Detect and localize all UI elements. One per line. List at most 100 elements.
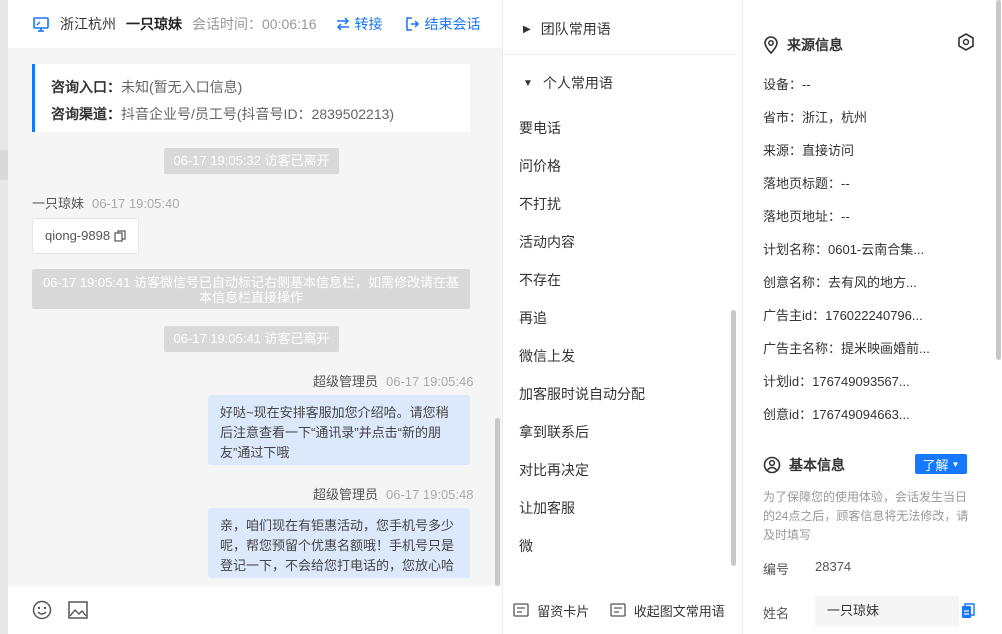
consult-entry-row: 咨询入口：未知(暂无入口信息) <box>51 74 454 101</box>
team-phrases-label: 团队常用语 <box>540 21 611 37</box>
consult-info-card: 咨询入口：未知(暂无入口信息) 咨询渠道：抖音企业号/员工号(抖音号ID：283… <box>32 64 470 132</box>
landing-title-row: 落地页标题：-- <box>763 176 850 191</box>
system-message: 06-17 19:05:32 访客已离开 <box>164 148 339 174</box>
system-message: 06-17 19:05:41 访客已离开 <box>164 326 339 352</box>
chat-panel: 浙江杭州 一只琼妹 会话时间：00:06:16 转接 结束会话 咨询入口：未知(… <box>8 0 502 634</box>
agent-message: 好哒~现在安排客服加您介绍哈。请您稍后注意查看一下“通讯录”并点击“新的朋友”通… <box>208 395 470 465</box>
chat-header: 浙江杭州 一只琼妹 会话时间：00:06:16 转接 结束会话 <box>8 0 502 48</box>
personal-phrases-label: 个人常用语 <box>542 75 613 91</box>
phrases-scrollbar[interactable] <box>731 310 736 566</box>
image-icon[interactable] <box>68 601 88 619</box>
phrase-item[interactable]: 拿到联系后 <box>519 422 589 442</box>
lead-card-button[interactable]: 留资卡片 <box>513 601 589 620</box>
visitor-message: qiong-9898 <box>32 218 140 254</box>
name-field[interactable]: 一只琼妹 <box>815 596 959 626</box>
exit-icon <box>405 17 419 31</box>
creative-id-row: 创意id：176749094663... <box>763 407 910 422</box>
phrase-item[interactable]: 不打扰 <box>519 194 561 214</box>
location-pin-icon <box>764 36 778 54</box>
advertiser-id-row: 广告主id：176022240796... <box>763 308 923 323</box>
chat-toolbar <box>8 586 502 634</box>
plan-id-row: 计划id：176749093567... <box>763 374 910 389</box>
basic-info-title: 基本信息 <box>763 455 845 475</box>
team-phrases-group[interactable]: ▶ 团队常用语 <box>523 19 611 39</box>
learn-more-button[interactable]: 了解 ▼ <box>915 454 967 474</box>
end-session-button[interactable]: 结束会话 <box>405 14 481 34</box>
message-time: 06-17 19:05:46 <box>386 374 474 389</box>
sender-name: 一只琼妹 <box>32 196 85 211</box>
channel-value: 抖音企业号/员工号(抖音号ID：2839502213) <box>121 106 395 122</box>
channel-label: 咨询渠道： <box>51 106 121 122</box>
id-value: 28374 <box>815 559 852 574</box>
monitor-icon <box>33 17 49 32</box>
phrase-item[interactable]: 要电话 <box>519 118 561 138</box>
emoji-icon[interactable] <box>32 600 52 620</box>
sender-name: 超级管理员 <box>313 487 379 502</box>
plan-name-row: 计划名称：0601-云南合集... <box>763 242 925 257</box>
caret-down-icon: ▼ <box>523 77 533 89</box>
entry-value: 未知(暂无入口信息) <box>121 79 243 95</box>
transfer-label: 转接 <box>354 16 383 32</box>
phrase-item[interactable]: 对比再决定 <box>519 460 589 480</box>
visitor-sender: 一只琼妹 06-17 19:05:40 <box>32 193 179 212</box>
left-gutter <box>0 0 8 634</box>
agent-message: 亲，咱们现在有钜惠活动，您手机号多少呢，帮您预留个优惠名额哦！手机号只是登记一下… <box>208 508 470 578</box>
swap-icon <box>336 17 349 31</box>
phrases-toolbar: 留资卡片 收起图文常用语 <box>503 586 743 634</box>
phrase-item[interactable]: 微信上发 <box>519 346 575 366</box>
gutter-handle[interactable] <box>0 150 8 180</box>
entry-label: 咨询入口： <box>51 79 121 95</box>
personal-phrases-group[interactable]: ▼ 个人常用语 <box>523 73 613 93</box>
id-label: 编号 <box>763 562 790 577</box>
chat-scrollbar[interactable] <box>495 418 500 586</box>
visitor-name: 一只琼妹 <box>126 16 182 32</box>
origin-row: 来源：直接访问 <box>763 143 855 158</box>
message-time: 06-17 19:05:48 <box>386 487 474 502</box>
info-scrollbar[interactable] <box>996 0 1001 360</box>
consult-channel-row: 咨询渠道：抖音企业号/员工号(抖音号ID：2839502213) <box>51 101 454 128</box>
session-time: 会话时间：00:06:16 <box>192 16 317 32</box>
landing-url-row: 落地页地址：-- <box>763 209 850 224</box>
phrases-panel: ▶ 团队常用语 ▼ 个人常用语 要电话 问价格 不打扰 活动内容 不存在 再追 … <box>502 0 742 634</box>
end-session-label: 结束会话 <box>424 16 481 32</box>
message-time: 06-17 19:05:40 <box>92 196 180 211</box>
phrase-item[interactable]: 加客服时说自动分配 <box>519 384 645 404</box>
agent-sender: 超级管理员 06-17 19:05:46 <box>313 371 473 390</box>
user-circle-icon <box>763 456 781 474</box>
basic-info-note: 为了保障您的使用体验，会话发生当日的24点之后，顾客信息将无法修改，请及时填写 <box>763 490 969 542</box>
copy-icon[interactable] <box>961 603 975 619</box>
province-row: 省市：浙江，杭州 <box>763 110 868 125</box>
name-label: 姓名 <box>763 606 790 621</box>
agent-sender: 超级管理员 06-17 19:05:48 <box>313 484 473 503</box>
sender-name: 超级管理员 <box>313 374 379 389</box>
list-icon <box>610 603 626 617</box>
phrase-item[interactable]: 问价格 <box>519 156 561 176</box>
chevron-down-icon: ▼ <box>951 459 960 469</box>
phrase-item[interactable]: 再追 <box>519 308 547 328</box>
divider <box>503 54 737 55</box>
collapse-media-phrases-button[interactable]: 收起图文常用语 <box>610 601 725 620</box>
app-root: 浙江杭州 一只琼妹 会话时间：00:06:16 转接 结束会话 咨询入口：未知(… <box>0 0 1002 634</box>
phrase-item[interactable]: 微 <box>519 536 533 556</box>
phrase-item[interactable]: 活动内容 <box>519 232 575 252</box>
visitor-message-text: qiong-9898 <box>45 228 111 243</box>
visitor-location: 浙江杭州 <box>60 16 116 32</box>
card-icon <box>513 603 529 617</box>
learn-more-label: 了解 <box>922 457 949 473</box>
advertiser-name-row: 广告主名称：提米映画婚前... <box>763 341 930 356</box>
lead-card-label: 留资卡片 <box>537 603 590 619</box>
settings-icon[interactable] <box>957 33 975 51</box>
collapse-media-phrases-label: 收起图文常用语 <box>633 603 725 619</box>
source-info-label: 来源信息 <box>787 37 843 53</box>
source-info-title: 来源信息 <box>763 35 843 55</box>
phrase-item[interactable]: 不存在 <box>519 270 561 290</box>
info-panel: 来源信息 设备：-- 省市：浙江，杭州 来源：直接访问 落地页标题：-- 落地页… <box>742 0 1002 634</box>
device-row: 设备：-- <box>763 77 811 92</box>
creative-name-row: 创意名称：去有风的地方... <box>763 275 917 290</box>
system-message: 06-17 19:05:41 访客微信号已自动标记右侧基本信息栏，如需修改请在基… <box>32 269 470 309</box>
copy-icon[interactable] <box>114 230 126 242</box>
basic-info-label: 基本信息 <box>789 457 845 473</box>
phrase-item[interactable]: 让加客服 <box>519 498 575 518</box>
transfer-button[interactable]: 转接 <box>335 14 383 34</box>
caret-right-icon: ▶ <box>523 23 531 35</box>
